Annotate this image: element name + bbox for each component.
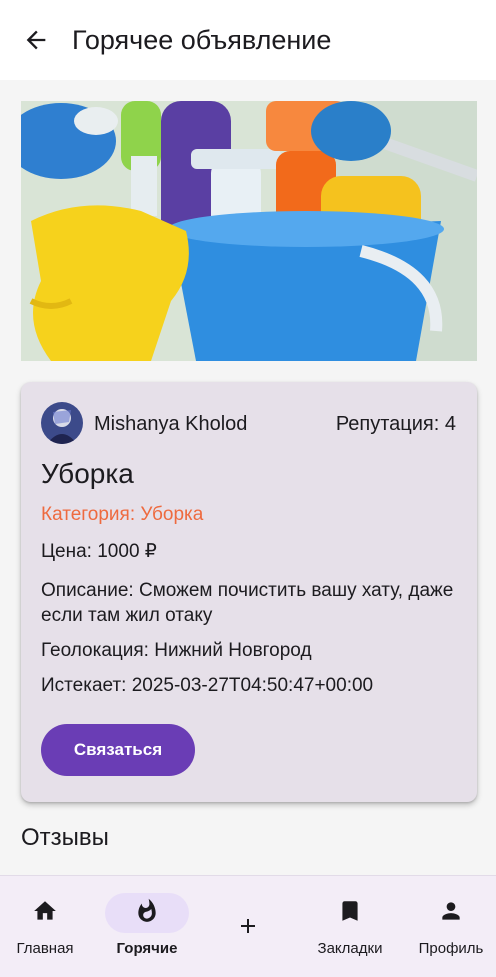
avatar-image [41,402,83,444]
cleaning-supplies-image [21,101,477,361]
ad-card: Mishanya Kholod Репутация: 4 Уборка Кате… [21,382,477,802]
author-name[interactable]: Mishanya Kholod [94,412,247,436]
description-text: Описание: Сможем почистить вашу хату, да… [41,580,454,626]
nav-item-bookmarks[interactable]: Закладки [304,876,396,977]
reputation-label: Репутация: 4 [335,413,456,435]
bookmark-icon [342,901,358,921]
nav-label-bookmarks: Закладки [317,940,383,957]
home-icon [34,901,56,920]
nav-item-hot[interactable]: Горячие [100,876,194,977]
plus-icon [241,919,255,933]
location-label: Геолокация: Нижний Новгород [41,640,312,661]
bottom-navigation: Главная Горячие Закладки Профиль [0,875,496,977]
ad-title: Уборка [41,458,134,489]
nav-item-add[interactable] [205,876,291,977]
nav-item-profile[interactable]: Профиль [406,876,496,977]
category-label: Категория: Уборка [41,504,204,525]
back-arrow-icon[interactable] [22,26,50,54]
person-icon [442,902,460,920]
expires-label: Истекает: 2025-03-27T04:50:47+00:00 [41,675,374,696]
ad-image [21,101,477,361]
app-bar: Горячее объявление [0,0,496,80]
avatar[interactable] [41,402,83,444]
nav-item-home[interactable]: Главная [0,876,90,977]
page-title: Горячее объявление [72,25,332,55]
reviews-heading: Отзывы [21,824,109,851]
contact-button[interactable]: Связаться [41,724,195,776]
fire-icon [138,898,156,922]
nav-label-home: Главная [16,940,74,957]
nav-label-hot: Горячие [116,940,178,957]
nav-label-profile: Профиль [418,940,484,957]
price-label: Цена: 1000 ₽ [41,541,157,562]
